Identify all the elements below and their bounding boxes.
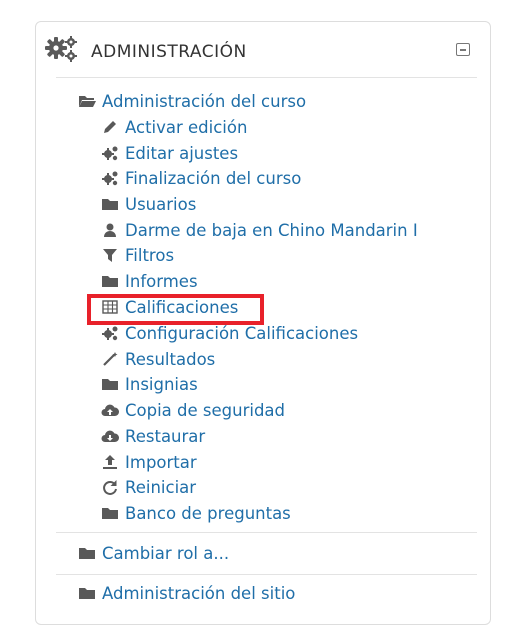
folder-icon bbox=[101, 504, 119, 522]
menu-item-importar[interactable]: Importar bbox=[101, 451, 197, 473]
menu-item-restaurar[interactable]: Restaurar bbox=[101, 425, 205, 447]
item-label: Configuración Calificaciones bbox=[125, 323, 359, 343]
gears-icon bbox=[101, 169, 119, 187]
divider bbox=[56, 532, 477, 533]
item-label: Reiniciar bbox=[125, 477, 197, 497]
folder-icon bbox=[101, 195, 119, 213]
block-header: ADMINISTRACIÓN bbox=[36, 22, 490, 78]
menu-item-configuracion-calificaciones[interactable]: Configuración Calificaciones bbox=[101, 322, 358, 344]
menu-item-activar-edicion[interactable]: Activar edición bbox=[101, 116, 247, 138]
refresh-icon bbox=[101, 478, 119, 496]
menu-item-resultados[interactable]: Resultados bbox=[101, 348, 215, 370]
item-label: Administración del curso bbox=[102, 91, 307, 111]
course-admin-node[interactable]: Administración del curso bbox=[78, 90, 306, 112]
menu-item-filtros[interactable]: Filtros bbox=[101, 244, 174, 266]
item-label: Activar edición bbox=[125, 117, 248, 137]
item-label: Cambiar rol a... bbox=[102, 543, 230, 563]
menu-item-cambiar-rol-a[interactable]: Cambiar rol a... bbox=[78, 542, 229, 564]
item-label: Finalización del curso bbox=[125, 168, 302, 188]
magic-wand-icon bbox=[101, 350, 119, 368]
divider bbox=[56, 77, 477, 78]
pencil-icon bbox=[101, 118, 119, 136]
item-label: Editar ajustes bbox=[125, 143, 239, 163]
gears-icon bbox=[101, 324, 119, 342]
folder-icon bbox=[78, 544, 96, 562]
upload-icon bbox=[101, 453, 119, 471]
menu-item-banco-de-preguntas[interactable]: Banco de preguntas bbox=[101, 502, 291, 524]
divider bbox=[56, 574, 477, 575]
menu-item-informes[interactable]: Informes bbox=[101, 270, 198, 292]
item-label: Darme de baja en Chino Mandarin I bbox=[125, 220, 418, 240]
minus-square-icon[interactable] bbox=[456, 43, 470, 56]
item-label: Administración del sitio bbox=[102, 583, 296, 603]
cloud-upload-icon bbox=[101, 401, 119, 419]
cloud-download-icon bbox=[101, 427, 119, 445]
folder-open-icon bbox=[78, 92, 96, 110]
menu-item-darme-de-baja-en-chino-mandarin-i[interactable]: Darme de baja en Chino Mandarin I bbox=[101, 219, 418, 241]
menu-item-copia-de-seguridad[interactable]: Copia de seguridad bbox=[101, 399, 285, 421]
block-title: ADMINISTRACIÓN bbox=[91, 42, 247, 62]
item-label: Restaurar bbox=[125, 426, 206, 446]
folder-icon bbox=[101, 272, 119, 290]
highlight-box bbox=[87, 294, 264, 325]
item-label: Informes bbox=[125, 271, 198, 291]
item-label: Copia de seguridad bbox=[125, 400, 286, 420]
menu-item-reiniciar[interactable]: Reiniciar bbox=[101, 476, 196, 498]
user-icon bbox=[101, 221, 119, 239]
gears-icon bbox=[44, 34, 80, 64]
menu-item-usuarios[interactable]: Usuarios bbox=[101, 193, 196, 215]
item-label: Importar bbox=[125, 452, 197, 472]
item-label: Usuarios bbox=[125, 194, 197, 214]
item-label: Filtros bbox=[125, 245, 175, 265]
filter-icon bbox=[101, 246, 119, 264]
menu-item-editar-ajustes[interactable]: Editar ajustes bbox=[101, 142, 238, 164]
menu-item-insignias[interactable]: Insignias bbox=[101, 373, 198, 395]
item-label: Resultados bbox=[125, 349, 216, 369]
item-label: Banco de preguntas bbox=[125, 503, 291, 523]
folder-icon bbox=[78, 584, 96, 602]
item-label: Insignias bbox=[125, 374, 198, 394]
gears-icon bbox=[101, 144, 119, 162]
menu-item-administracion-del-sitio[interactable]: Administración del sitio bbox=[78, 582, 295, 604]
folder-icon bbox=[101, 375, 119, 393]
menu-item-finalizacion-del-curso[interactable]: Finalización del curso bbox=[101, 167, 301, 189]
